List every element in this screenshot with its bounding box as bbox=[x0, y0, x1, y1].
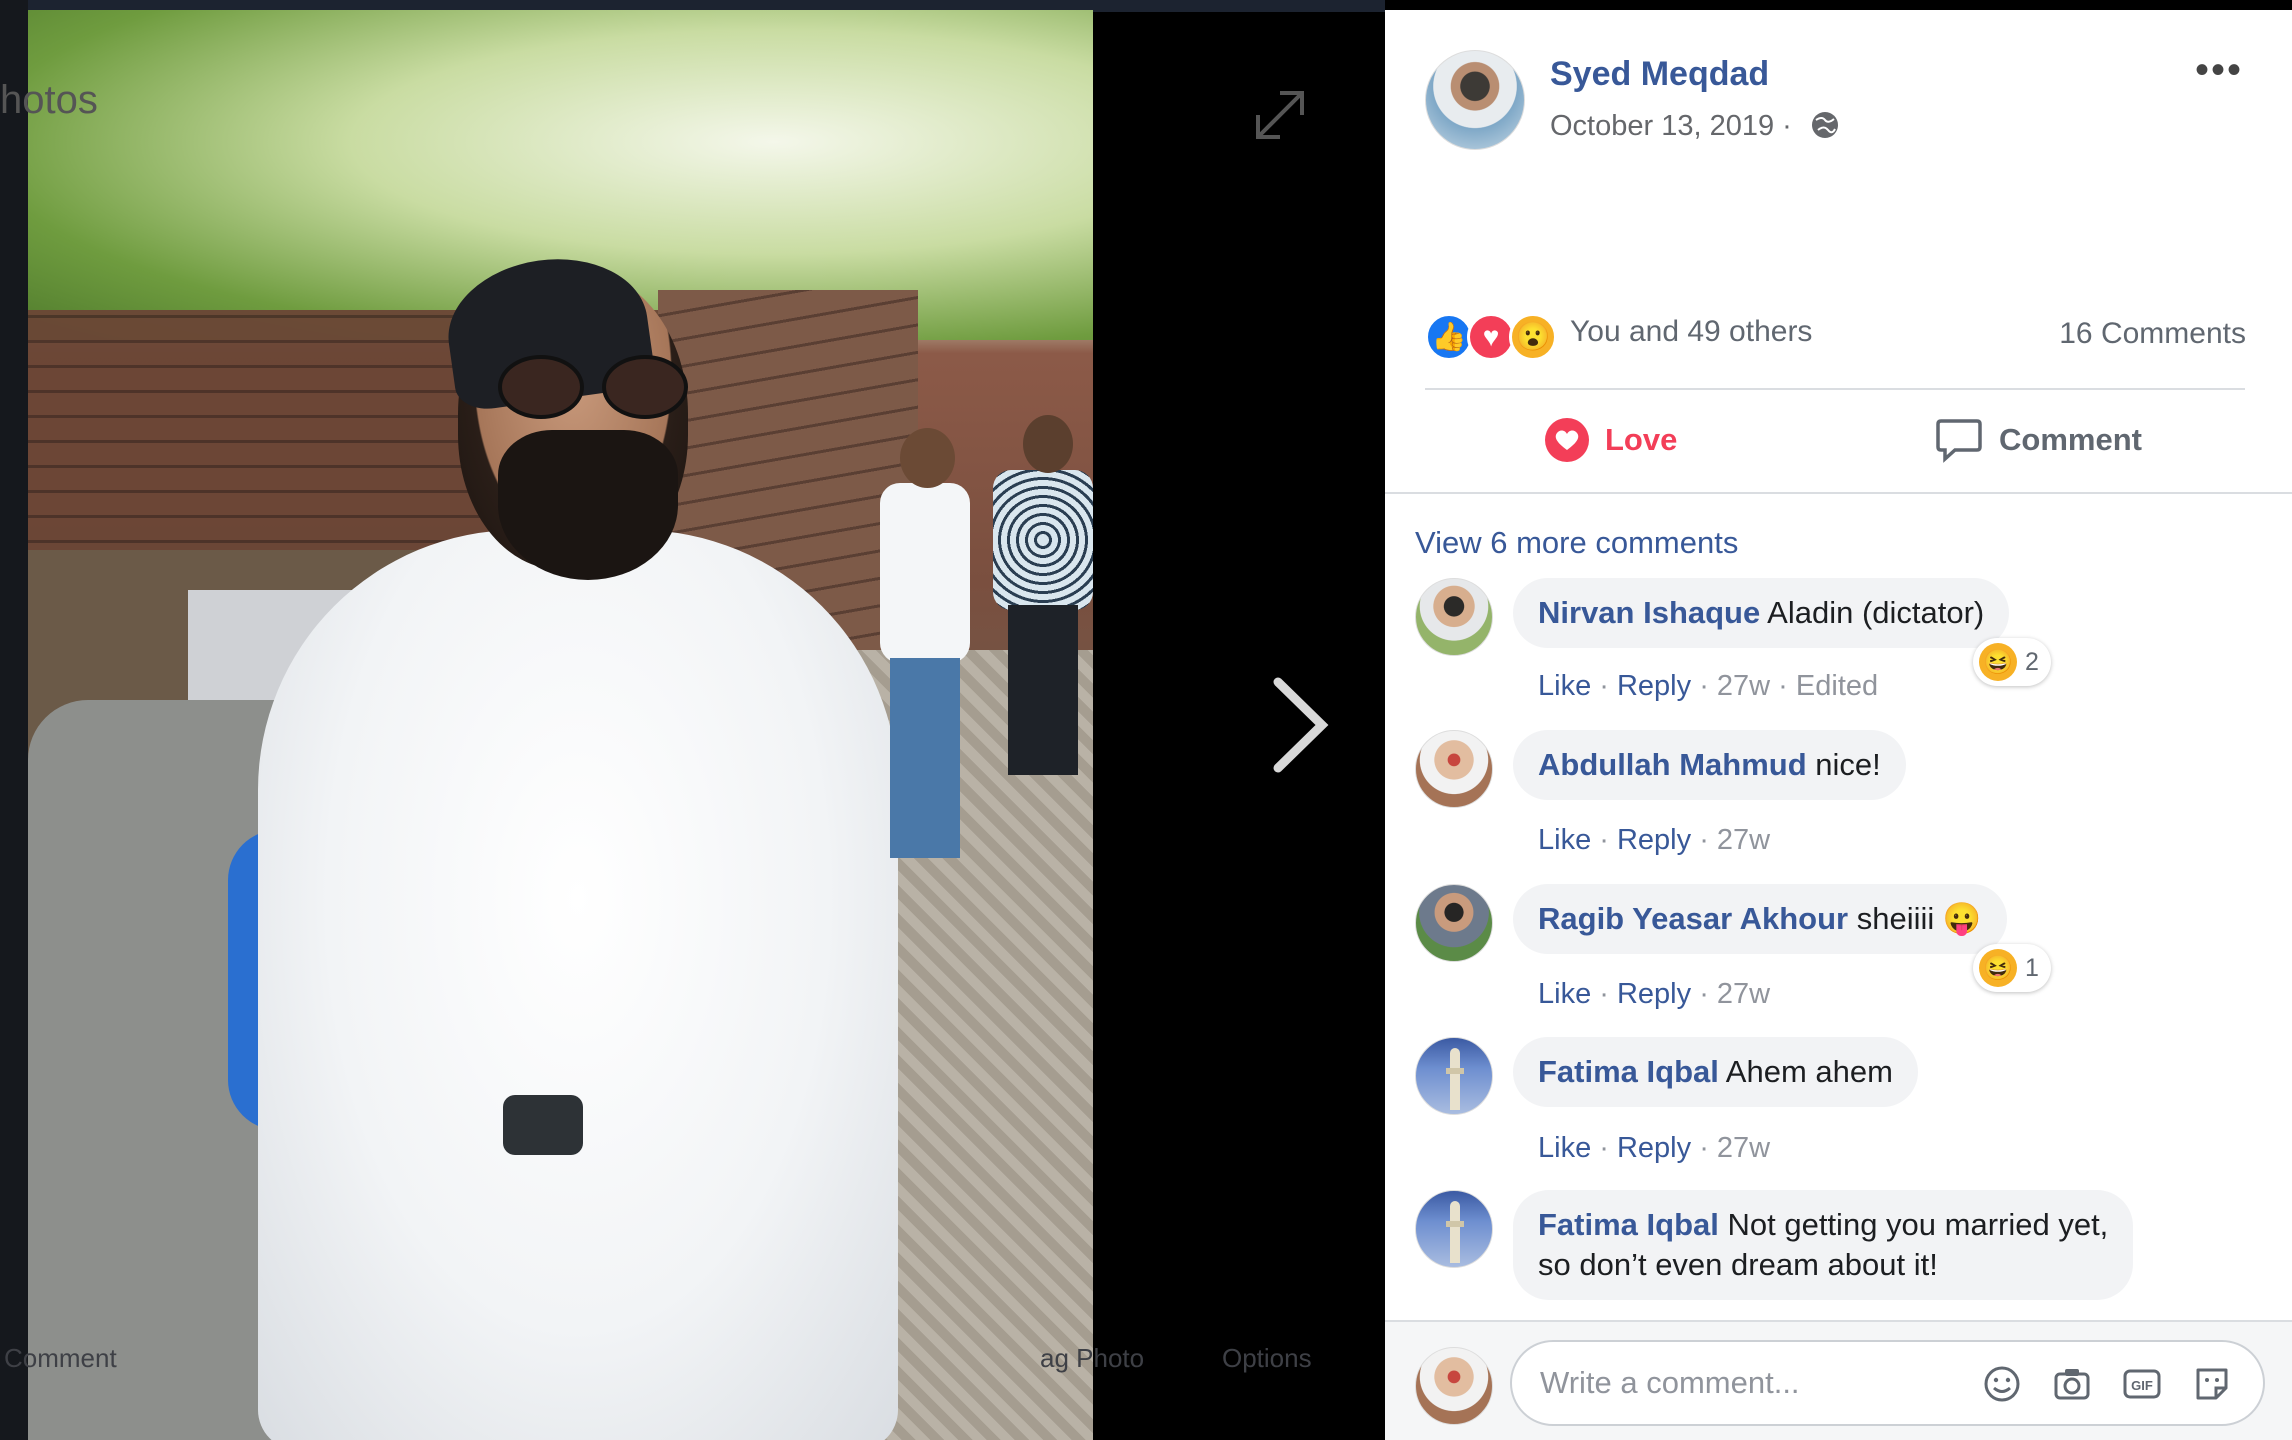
photo-man-beard bbox=[498, 430, 678, 580]
emoji-icon[interactable] bbox=[1982, 1364, 2022, 1404]
photo-man-sunglasses bbox=[498, 355, 688, 419]
comment-button[interactable]: Comment bbox=[1935, 410, 2142, 470]
post-photo[interactable]: 0179019999 bbox=[28, 10, 1093, 1440]
comment-reaction-chip[interactable]: 😆 2 bbox=[1973, 638, 2051, 686]
reply-link[interactable]: Reply bbox=[1617, 978, 1691, 1010]
comment-composer: GIF bbox=[1385, 1320, 2292, 1440]
comment-text: Ahem ahem bbox=[1725, 1054, 1893, 1089]
current-user-avatar bbox=[1415, 1347, 1493, 1425]
laugh-reaction-icon: 😆 bbox=[1979, 643, 2017, 681]
comment-meta: Like · Reply · 27w · Edited bbox=[1538, 670, 1879, 702]
post-panel: Syed Meqdad October 13, 2019 · ••• 👍 ♥ 😮… bbox=[1385, 10, 2292, 1440]
actions-divider-top bbox=[1425, 388, 2245, 390]
expand-icon[interactable] bbox=[1250, 85, 1310, 145]
globe-icon bbox=[1812, 112, 1838, 138]
chevron-right-icon[interactable] bbox=[1260, 670, 1340, 780]
like-link[interactable]: Like bbox=[1538, 824, 1591, 856]
photo-background-man-patterned bbox=[993, 415, 1093, 785]
sticker-icon[interactable] bbox=[2192, 1364, 2232, 1404]
ghost-options-label: Options bbox=[1222, 1343, 1312, 1373]
commenter-name[interactable]: Fatima Iqbal bbox=[1538, 1207, 1719, 1242]
like-link[interactable]: Like bbox=[1538, 978, 1591, 1010]
comment-meta: Like · Reply · 27w bbox=[1538, 824, 1771, 856]
more-options-icon[interactable]: ••• bbox=[2195, 50, 2243, 90]
heart-icon bbox=[1545, 418, 1589, 462]
photo-man-watch bbox=[503, 1095, 583, 1155]
speech-bubble-icon bbox=[1936, 419, 1982, 463]
edited-label[interactable]: Edited bbox=[1796, 670, 1878, 702]
comment-bubble: Abdullah Mahmud nice! bbox=[1513, 730, 1906, 800]
comment-bubble: Fatima Iqbal Ahem ahem bbox=[1513, 1037, 1918, 1107]
commenter-name[interactable]: Fatima Iqbal bbox=[1538, 1054, 1719, 1089]
author-name[interactable]: Syed Meqdad bbox=[1550, 55, 1769, 94]
header-divider bbox=[1385, 492, 2292, 494]
commenter-avatar[interactable] bbox=[1415, 1190, 1493, 1268]
comment-text: nice! bbox=[1815, 747, 1881, 782]
comment-reaction-chip[interactable]: 😆 1 bbox=[1973, 944, 2051, 992]
comment-time[interactable]: 27w bbox=[1717, 1132, 1770, 1164]
commenter-name[interactable]: Ragib Yeasar Akhour bbox=[1538, 901, 1848, 936]
comment-button-label: Comment bbox=[1999, 422, 2142, 457]
commenter-avatar[interactable] bbox=[1415, 578, 1493, 656]
comment-input[interactable] bbox=[1540, 1342, 1970, 1424]
comment-text: sheiiii 😛 bbox=[1856, 901, 1982, 936]
comment-meta: Like · Reply · 27w bbox=[1538, 978, 1771, 1010]
photo-viewer: 0179019999 hotos Comment ag Photo Option… bbox=[0, 0, 1385, 1440]
comment-time[interactable]: 27w bbox=[1717, 978, 1770, 1010]
comment-input-wrapper[interactable]: GIF bbox=[1510, 1340, 2265, 1426]
love-button-label: Love bbox=[1605, 422, 1678, 457]
gif-icon[interactable]: GIF bbox=[2122, 1364, 2162, 1404]
post-date[interactable]: October 13, 2019 · bbox=[1550, 110, 1792, 143]
comment-text-line2: so don’t even dream about it! bbox=[1538, 1247, 1938, 1282]
commenter-avatar[interactable] bbox=[1415, 1037, 1493, 1115]
comment-bubble: Fatima Iqbal Not getting you married yet… bbox=[1513, 1190, 2134, 1300]
viewer-left-strip bbox=[0, 0, 28, 1440]
comment-bubble: Ragib Yeasar Akhour sheiiii 😛 bbox=[1513, 884, 2007, 954]
commenter-name[interactable]: Abdullah Mahmud bbox=[1538, 747, 1807, 782]
reaction-count: 2 bbox=[2025, 647, 2039, 676]
view-more-comments-link[interactable]: View 6 more comments bbox=[1415, 525, 1738, 561]
laugh-reaction-icon: 😆 bbox=[1979, 949, 2017, 987]
camera-icon[interactable] bbox=[2052, 1364, 2092, 1404]
commenter-avatar[interactable] bbox=[1415, 884, 1493, 962]
comment-time[interactable]: 27w bbox=[1717, 824, 1770, 856]
wow-reaction-icon: 😮 bbox=[1509, 313, 1557, 361]
comment-text: Not getting you married yet, bbox=[1727, 1207, 2109, 1242]
reply-link[interactable]: Reply bbox=[1617, 1132, 1691, 1164]
author-avatar[interactable] bbox=[1425, 50, 1525, 150]
like-link[interactable]: Like bbox=[1538, 670, 1591, 702]
ghost-tag-photo-label: ag Photo bbox=[1040, 1343, 1145, 1373]
comment-count[interactable]: 16 Comments bbox=[2059, 317, 2246, 351]
post-header: Syed Meqdad October 13, 2019 · ••• 👍 ♥ 😮… bbox=[1385, 10, 2292, 495]
love-button[interactable]: Love bbox=[1545, 410, 1677, 470]
comment-bubble: Nirvan Ishaque Aladin (dictator) bbox=[1513, 578, 2010, 648]
reply-link[interactable]: Reply bbox=[1617, 670, 1691, 702]
reaction-count: 1 bbox=[2025, 953, 2039, 982]
photo-man-robe bbox=[258, 530, 898, 1440]
svg-text:GIF: GIF bbox=[2131, 1378, 2153, 1393]
commenter-name[interactable]: Nirvan Ishaque bbox=[1538, 595, 1760, 630]
like-link[interactable]: Like bbox=[1538, 1132, 1591, 1164]
comment-text: Aladin (dictator) bbox=[1767, 595, 1985, 630]
reply-link[interactable]: Reply bbox=[1617, 824, 1691, 856]
commenter-avatar[interactable] bbox=[1415, 730, 1493, 808]
ghost-comment-label: Comment bbox=[4, 1343, 117, 1373]
love-reaction-icon: ♥ bbox=[1467, 313, 1515, 361]
comment-time[interactable]: 27w bbox=[1717, 670, 1770, 702]
ghost-photos-label: hotos bbox=[0, 78, 98, 122]
like-reaction-icon: 👍 bbox=[1425, 313, 1473, 361]
reaction-summary[interactable]: You and 49 others bbox=[1570, 315, 1812, 349]
photo-background-man-white bbox=[880, 428, 970, 868]
comment-meta: Like · Reply · 27w bbox=[1538, 1132, 1771, 1164]
